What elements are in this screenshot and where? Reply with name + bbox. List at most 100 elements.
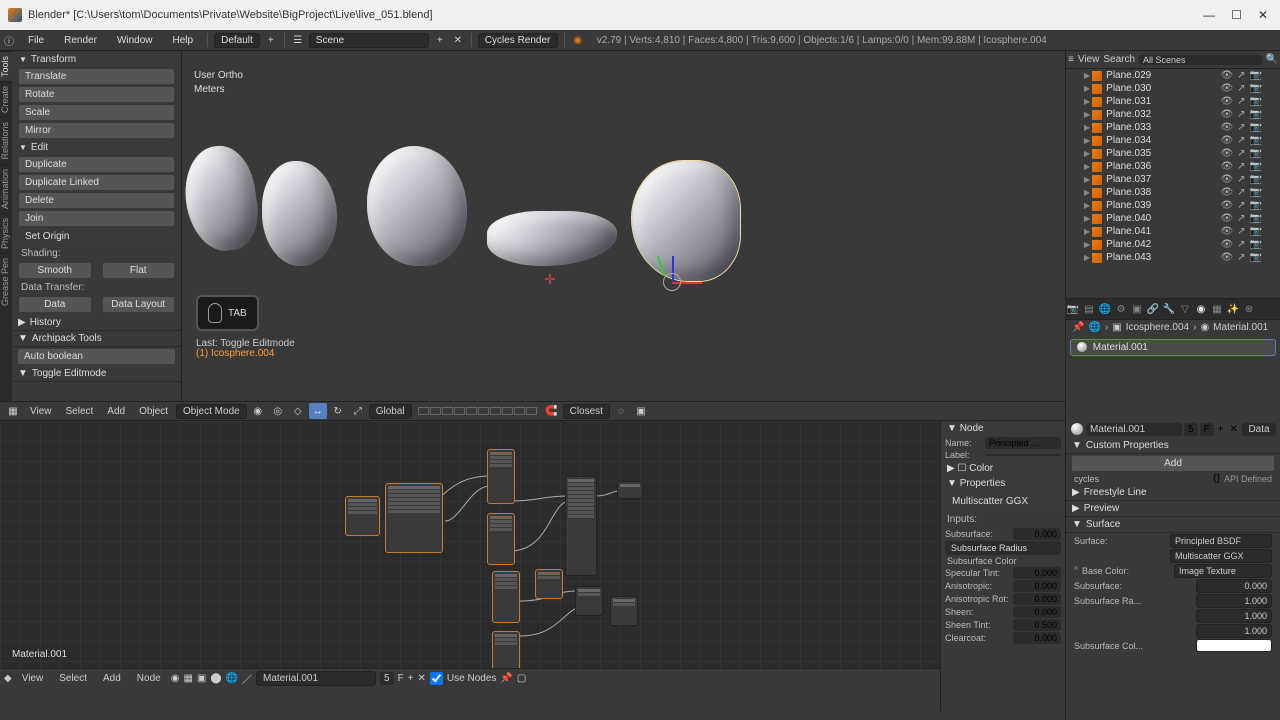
add-icon[interactable]: +	[408, 673, 414, 684]
outliner-item[interactable]: ▶Plane.032👁↗📷	[1066, 108, 1280, 121]
node-principled-bsdf[interactable]	[565, 476, 597, 576]
data-button[interactable]: Data	[18, 296, 92, 313]
surface-shader-dropdown[interactable]: Principled BSDF	[1170, 534, 1272, 548]
rotate-button[interactable]: Rotate	[18, 86, 175, 103]
unlink-icon[interactable]: ✕	[418, 673, 426, 684]
outliner-item[interactable]: ▶Plane.030👁↗📷	[1066, 82, 1280, 95]
render-icon[interactable]: 📷	[1250, 161, 1262, 172]
duplicate-button[interactable]: Duplicate	[18, 156, 175, 173]
visible-icon[interactable]: 👁	[1220, 239, 1233, 250]
breadcrumb-object[interactable]: Icosphere.004	[1126, 322, 1189, 333]
object-type-icon[interactable]: ⬤	[210, 673, 221, 684]
selectable-icon[interactable]: ↗	[1237, 122, 1245, 133]
mode-dropdown[interactable]: Object Mode	[176, 404, 247, 419]
render-icon[interactable]: 📷	[1250, 70, 1262, 81]
render-engine-dropdown[interactable]: Cycles Render	[478, 33, 558, 48]
smooth-button[interactable]: Smooth	[18, 262, 92, 279]
visible-icon[interactable]: 👁	[1220, 70, 1233, 81]
render-icon[interactable]: 📷	[1250, 187, 1262, 198]
vtab-tools[interactable]: Tools	[0, 51, 12, 81]
snap-toggle-icon[interactable]: 🧲	[543, 403, 561, 419]
fake-user-icon[interactable]: F	[398, 673, 404, 684]
np-sheen-field[interactable]: 0.000	[1013, 606, 1061, 618]
render-icon[interactable]: 📷	[1250, 252, 1262, 263]
scale-manipulator-icon[interactable]: ⤢	[349, 403, 367, 419]
node-image-3[interactable]	[492, 571, 520, 623]
material-users[interactable]: 5	[1184, 423, 1198, 436]
node-mapping[interactable]	[385, 483, 443, 553]
selectable-icon[interactable]: ↗	[1237, 83, 1245, 94]
visible-icon[interactable]: 👁	[1220, 174, 1233, 185]
render-icon[interactable]: 📷	[1250, 148, 1262, 159]
maximize-button[interactable]: ☐	[1231, 8, 1242, 22]
vtab-animation[interactable]: Animation	[0, 164, 12, 213]
selectable-icon[interactable]: ↗	[1237, 109, 1245, 120]
join-button[interactable]: Join	[18, 210, 175, 227]
tab-modifiers-icon[interactable]: 🔧	[1162, 302, 1176, 316]
visible-icon[interactable]: 👁	[1220, 148, 1233, 159]
selectable-icon[interactable]: ↗	[1237, 96, 1245, 107]
breadcrumb-material[interactable]: Material.001	[1213, 322, 1268, 333]
tab-data-icon[interactable]: ▽	[1178, 302, 1192, 316]
visible-icon[interactable]: 👁	[1220, 122, 1233, 133]
surface-header[interactable]: ▼Surface	[1066, 517, 1280, 533]
node-menu-add[interactable]: Add	[97, 673, 127, 684]
editor-type-icon[interactable]: ⓘ	[1, 32, 17, 48]
unlink-material-icon[interactable]: ✕	[1228, 424, 1240, 435]
distribution-dropdown-2[interactable]: Multiscatter GGX	[945, 493, 1061, 510]
render-icon[interactable]: 📷	[1250, 96, 1262, 107]
render-icon[interactable]: 📷	[1250, 213, 1262, 224]
delete-button[interactable]: Delete	[18, 192, 175, 209]
outliner-item[interactable]: ▶Plane.041👁↗📷	[1066, 225, 1280, 238]
selectable-icon[interactable]: ↗	[1237, 148, 1245, 159]
vtab-physics[interactable]: Physics	[0, 213, 12, 253]
material-name-field[interactable]: Material.001	[1086, 423, 1182, 436]
auto-boolean-button[interactable]: Auto boolean	[17, 348, 176, 365]
node-image-2[interactable]	[487, 513, 515, 565]
np-subsurface-field[interactable]: 0.000	[1013, 528, 1061, 540]
tab-material-icon[interactable]: ◉	[1194, 302, 1208, 316]
selectable-icon[interactable]: ↗	[1237, 252, 1245, 263]
np-subsurface-radius-header[interactable]: Subsurface Radius	[945, 541, 1061, 555]
render-icon[interactable]: 📷	[1250, 135, 1262, 146]
close-button[interactable]: ✕	[1258, 8, 1268, 22]
add-custom-prop-button[interactable]: Add	[1071, 455, 1275, 472]
node-image-1[interactable]	[487, 449, 515, 504]
scene-add-icon[interactable]: +	[432, 32, 448, 48]
vp-menu-add[interactable]: Add	[101, 406, 131, 417]
flat-button[interactable]: Flat	[102, 262, 176, 279]
outliner-item[interactable]: ▶Plane.035👁↗📷	[1066, 147, 1280, 160]
outliner-menu-search[interactable]: Search	[1103, 54, 1135, 65]
node-mix-1[interactable]	[610, 596, 638, 626]
subsurface-color-swatch[interactable]	[1196, 639, 1272, 652]
visible-icon[interactable]: 👁	[1220, 213, 1233, 224]
subsurface-radius-2[interactable]: 1.000	[1196, 609, 1272, 623]
tab-particles-icon[interactable]: ✨	[1226, 302, 1240, 316]
edit-panel-header[interactable]: ▼Edit	[13, 140, 180, 155]
np-spec-tint-field[interactable]: 0.000	[1013, 567, 1061, 579]
add-material-icon[interactable]: +	[1216, 424, 1226, 435]
shader-type-icon[interactable]: ◉	[171, 673, 180, 684]
transform-gizmo[interactable]	[642, 246, 692, 296]
render-icon[interactable]: 📷	[1250, 83, 1262, 94]
render-preview-icon[interactable]: ▣	[632, 403, 650, 419]
node-texcoord[interactable]	[345, 496, 380, 536]
toggle-editmode-header[interactable]: ▼Toggle Editmode	[12, 366, 181, 382]
tab-constraints-icon[interactable]: 🔗	[1146, 302, 1160, 316]
world-type-icon[interactable]: 🌐	[226, 673, 238, 684]
outliner-item[interactable]: ▶Plane.039👁↗📷	[1066, 199, 1280, 212]
set-origin-dropdown[interactable]: Set Origin	[18, 228, 175, 245]
scene-browse-icon[interactable]: ☰	[290, 32, 306, 48]
selectable-icon[interactable]: ↗	[1237, 200, 1245, 211]
np-clearcoat-field[interactable]: 0.000	[1013, 632, 1061, 644]
material-link-dropdown[interactable]: Data	[1242, 423, 1276, 436]
node-image-4[interactable]	[492, 631, 520, 673]
render-icon[interactable]: 📷	[1250, 174, 1262, 185]
visible-icon[interactable]: 👁	[1220, 252, 1233, 263]
scene-delete-icon[interactable]: ✕	[450, 32, 466, 48]
freestyle-header[interactable]: ▶Freestyle Line	[1066, 485, 1280, 501]
subsurface-radius-3[interactable]: 1.000	[1196, 624, 1272, 638]
data-layout-button[interactable]: Data Layout	[102, 296, 176, 313]
outliner-menu-view[interactable]: View	[1078, 54, 1100, 65]
node-normalmap[interactable]	[535, 569, 563, 599]
